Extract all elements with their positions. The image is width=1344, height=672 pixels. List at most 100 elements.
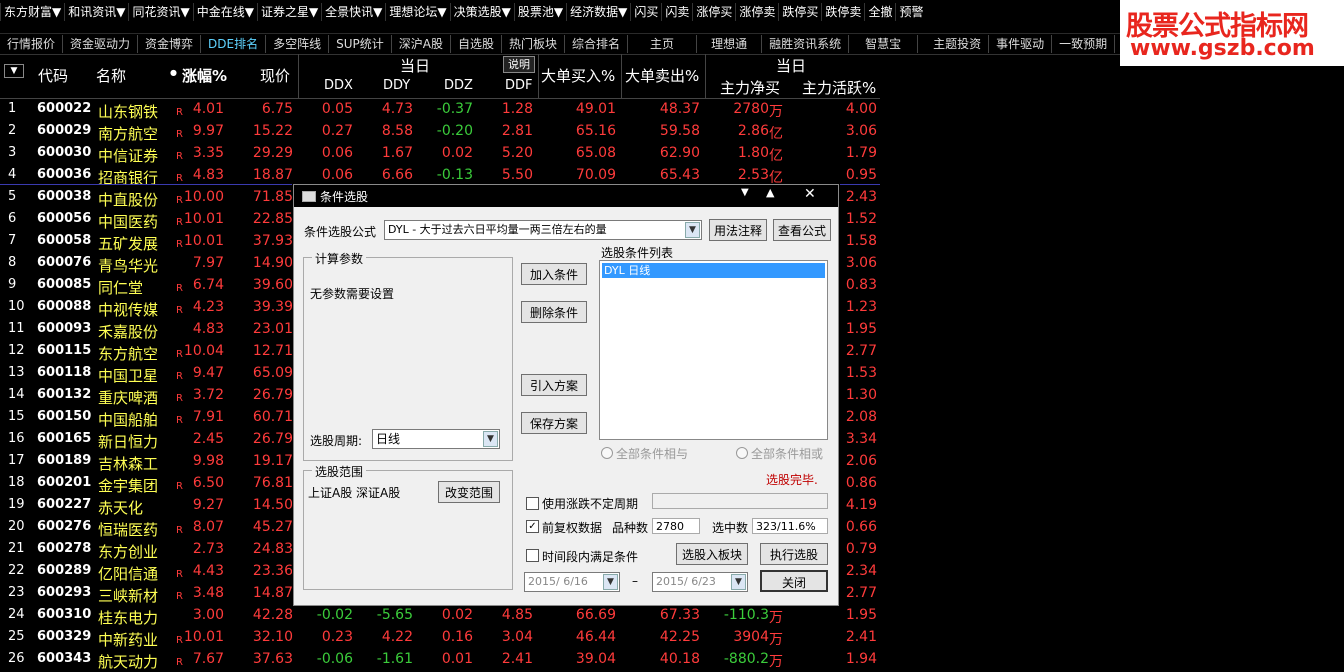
usage-notes-button[interactable]: 用法注释	[709, 219, 767, 241]
sort-dropdown-icon[interactable]: ▼	[4, 64, 24, 78]
table-row[interactable]: 3 600030 中信证券 R 3.35 29.29 0.06 1.67 0.02 5.20 65.…	[0, 143, 880, 165]
formula-select[interactable]: DYL - 大于过去六日平均量一两三倍左右的量 ▼	[384, 220, 702, 240]
col-ddf[interactable]: DDF	[505, 78, 533, 93]
stock-name: 中国船舶	[98, 411, 159, 429]
cell-act: 0.83	[845, 277, 877, 293]
tab-theme-invest[interactable]: 主题投资	[926, 35, 990, 53]
menu-item[interactable]: 预警	[895, 3, 926, 21]
menu-item[interactable]: 涨停买	[692, 3, 735, 21]
menu-item[interactable]: 理想论坛▼	[385, 3, 449, 21]
tab-zhihuibao[interactable]: 智慧宝	[849, 35, 919, 53]
menu-item[interactable]: 跌停买	[778, 3, 821, 21]
view-formula-button[interactable]: 查看公式	[773, 219, 831, 241]
col-big-sell[interactable]: 大单卖出%	[625, 65, 699, 86]
expand-icon[interactable]: ▲	[766, 186, 774, 199]
cell-ddf: 3.04	[501, 629, 533, 645]
row-index: 23	[8, 585, 25, 600]
menu-item[interactable]: 全景快讯▼	[321, 3, 385, 21]
menu-item[interactable]: 全撤	[864, 3, 895, 21]
radio-or[interactable]	[736, 447, 748, 459]
tab-rongsheng[interactable]: 融胜资讯系统	[762, 35, 850, 53]
tab-bull-bear[interactable]: 多空阵线	[266, 35, 330, 53]
import-plan-button[interactable]: 引入方案	[521, 374, 587, 396]
rights-flag: R	[176, 239, 183, 250]
col-ddx[interactable]: DDX	[324, 78, 353, 93]
col-ddy[interactable]: DDY	[383, 78, 410, 93]
menu-item[interactable]: 经济数据▼	[566, 3, 630, 21]
menu-item[interactable]: 和讯资讯▼	[64, 3, 128, 21]
col-active[interactable]: 主力活跃%	[802, 77, 876, 98]
tab-fund-drive[interactable]: 资金驱动力	[63, 35, 139, 53]
menu-item[interactable]: 闪买	[630, 3, 661, 21]
menu-item[interactable]: 股票池▼	[513, 3, 566, 21]
menu-item[interactable]: 证券之星▼	[256, 3, 321, 21]
col-name[interactable]: 名称	[96, 65, 126, 86]
condition-list[interactable]: DYL 日线	[599, 260, 828, 440]
table-row[interactable]: 2 600029 南方航空 R 9.97 15.22 0.27 8.58 -0.20 2.81 65…	[0, 121, 880, 143]
tab-watchlist[interactable]: 自选股	[451, 35, 503, 53]
table-row[interactable]: 1 600022 山东钢铁 R 4.01 6.75 0.05 4.73 -0.37 1.28 49.…	[0, 99, 880, 121]
col-price[interactable]: 现价	[260, 65, 290, 86]
params-group-title: 计算参数	[312, 250, 367, 267]
col-change[interactable]: 涨幅%	[182, 65, 227, 86]
menu-item[interactable]: 同花资讯▼	[128, 3, 192, 21]
tab-lixiangtong[interactable]: 理想通	[697, 35, 763, 53]
cell-price: 26.79	[252, 387, 293, 403]
tab-a-shares[interactable]: 深沪A股	[392, 35, 451, 53]
row-index: 20	[8, 519, 25, 534]
tab-home[interactable]: 主页	[628, 35, 698, 53]
date-to-picker[interactable]: 2015/ 6/23 ▼	[652, 572, 748, 592]
chevron-down-icon[interactable]: ▼	[731, 574, 746, 590]
add-condition-button[interactable]: 加入条件	[521, 263, 587, 285]
table-row[interactable]: 25 600329 中新药业 R 10.01 32.10 0.23 4.22 0.16 3.04 4…	[0, 627, 880, 649]
tab-sup-stats[interactable]: SUP统计	[329, 35, 392, 53]
tab-hot-sectors[interactable]: 热门板块	[502, 35, 566, 53]
tab-fund-game[interactable]: 资金博弈	[138, 35, 202, 53]
chevron-down-icon[interactable]: ▼	[603, 574, 618, 590]
chevron-down-icon[interactable]: ▼	[483, 431, 498, 447]
uncertain-period-field[interactable]	[652, 493, 828, 509]
tab-quote[interactable]: 行情报价	[0, 35, 64, 53]
run-screen-button[interactable]: 执行选股	[760, 543, 828, 565]
close-button[interactable]: 关闭	[760, 570, 828, 592]
cell-act: 2.77	[845, 343, 877, 359]
tab-overall-rank[interactable]: 综合排名	[565, 35, 629, 53]
menu-item[interactable]: 闪卖	[661, 3, 692, 21]
stock-name: 南方航空	[98, 125, 159, 143]
cell-price: 19.17	[252, 453, 293, 469]
chevron-down-icon[interactable]: ▼	[685, 222, 700, 238]
save-plan-button[interactable]: 保存方案	[521, 412, 587, 434]
col-code[interactable]: 代码	[38, 65, 68, 86]
delete-condition-button[interactable]: 删除条件	[521, 301, 587, 323]
cell-act: 1.94	[845, 651, 877, 667]
cell-ddy: -1.61	[376, 651, 413, 667]
menu-item[interactable]: 东方财富▼	[0, 3, 64, 21]
menu-item[interactable]: 决策选股▼	[449, 3, 514, 21]
radio-or-label: 全部条件相或	[751, 447, 824, 461]
tab-consensus[interactable]: 一致预期	[1052, 35, 1116, 53]
group-today-1: 当日	[400, 57, 431, 75]
collapse-icon[interactable]: ▼	[741, 187, 749, 198]
tab-dde-rank[interactable]: DDE排名	[201, 35, 267, 53]
explain-button[interactable]: 说明	[503, 56, 535, 73]
time-range-checkbox[interactable]	[526, 549, 539, 562]
menu-item[interactable]: 涨停卖	[735, 3, 778, 21]
col-ddz[interactable]: DDZ	[444, 78, 473, 93]
change-scope-button[interactable]: 改变范围	[438, 481, 500, 503]
condition-list-item[interactable]: DYL 日线	[602, 263, 825, 278]
tab-event-drive[interactable]: 事件驱动	[989, 35, 1053, 53]
col-net-buy[interactable]: 主力净买	[720, 77, 780, 98]
table-row[interactable]: 24 600310 桂东电力 3.00 42.28 -0.02 -5.65 0.02 4.85 6…	[0, 605, 880, 627]
period-select[interactable]: 日线 ▼	[372, 429, 500, 449]
radio-and[interactable]	[601, 447, 613, 459]
stock-code: 600030	[37, 145, 92, 160]
add-to-block-button[interactable]: 选股入板块	[676, 543, 748, 565]
table-row[interactable]: 26 600343 航天动力 R 7.67 37.63 -0.06 -1.61 0.01 2.41…	[0, 649, 880, 671]
use-uncertain-period-checkbox[interactable]	[526, 497, 539, 510]
menu-item[interactable]: 中金在线▼	[192, 3, 257, 21]
forward-adjust-checkbox[interactable]: ✓	[526, 520, 539, 533]
col-big-buy[interactable]: 大单买入%	[541, 65, 615, 86]
close-icon[interactable]: ✕	[804, 186, 816, 202]
menu-item[interactable]: 跌停卖	[821, 3, 864, 21]
date-from-picker[interactable]: 2015/ 6/16 ▼	[524, 572, 620, 592]
